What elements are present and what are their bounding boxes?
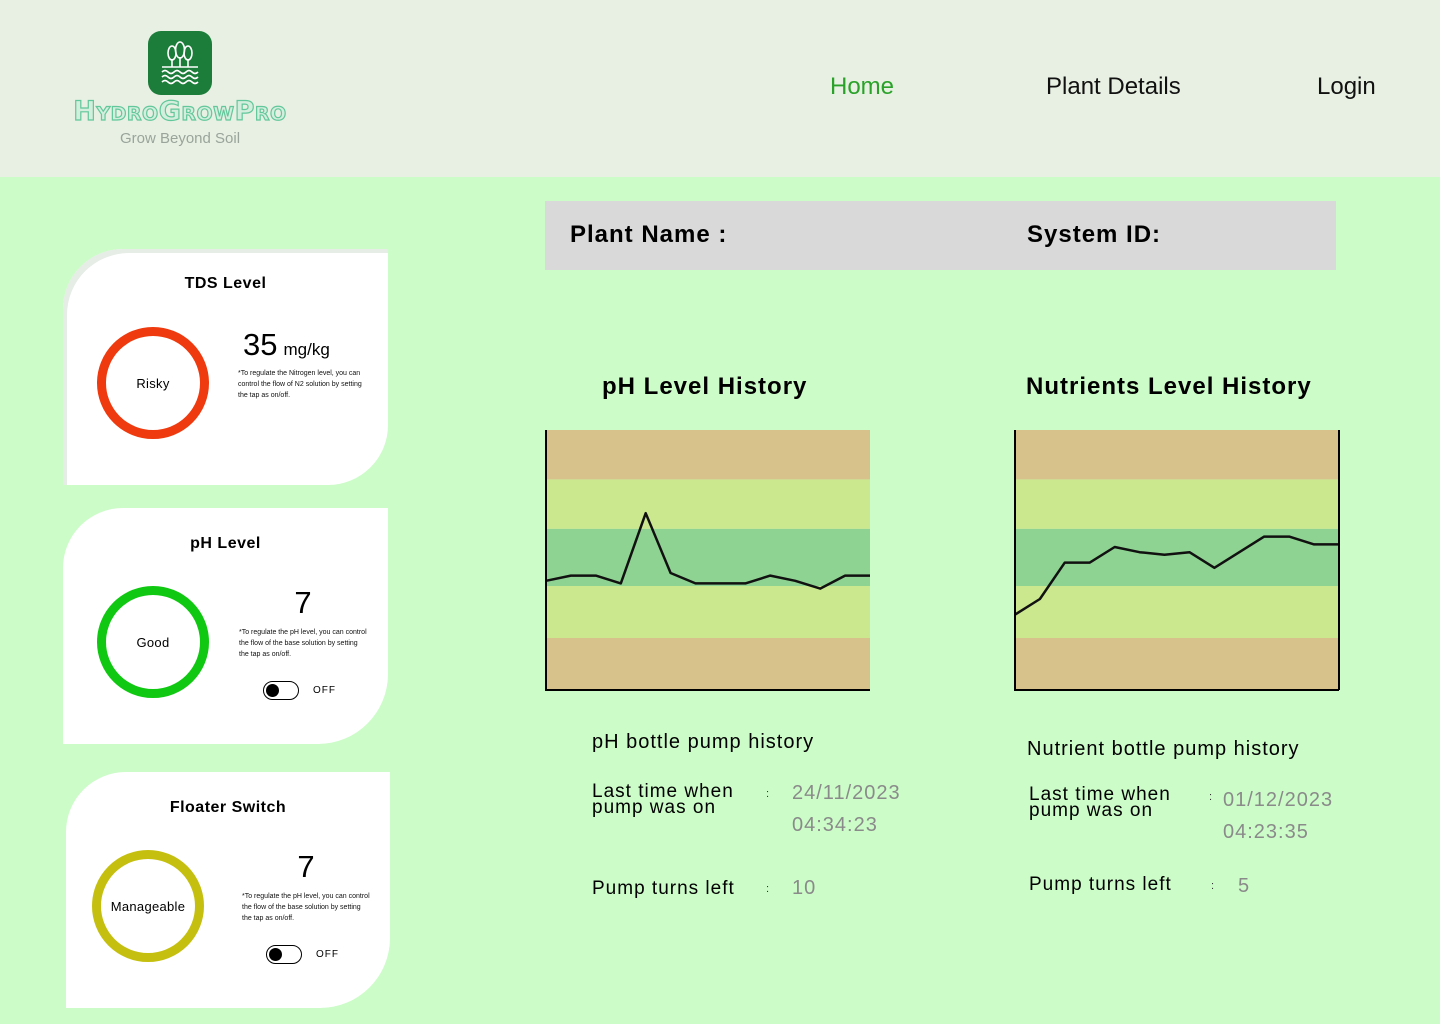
nav-login[interactable]: Login — [1317, 73, 1376, 101]
brand-name: HydroGrowPro — [73, 95, 287, 127]
ph-card: pH Level Good 7 *To regulate the pH leve… — [63, 508, 388, 744]
floater-toggle-state: OFF — [316, 949, 339, 960]
chart-band — [1015, 430, 1339, 480]
ph-turns-left: 10 — [792, 877, 817, 899]
ph-turns-left-label: Pump turns left — [592, 878, 735, 899]
ph-chart-title: pH Level History — [602, 373, 808, 400]
floater-value: 7 — [297, 849, 315, 884]
floater-status-ring: Manageable — [92, 850, 204, 962]
chart-band — [1015, 479, 1339, 529]
nutrient-turns-left-label: Pump turns left — [1029, 874, 1172, 895]
ph-status-label: Good — [136, 634, 170, 650]
nutrient-pump-title: Nutrient bottle pump history — [1027, 738, 1300, 760]
nutrient-last-on-label: Last time when pump was on — [1029, 784, 1171, 821]
header: HydroGrowPro Grow Beyond Soil Home Plant… — [0, 0, 1440, 177]
chart-band — [546, 638, 870, 690]
ph-last-on-label: Last time when pump was on — [592, 781, 734, 818]
floater-note: *To regulate the pH level, you can contr… — [242, 893, 370, 922]
ph-last-on-time: 04:34:23 — [792, 814, 878, 836]
nav-home[interactable]: Home — [830, 73, 894, 101]
floater-status-label: Manageable — [110, 898, 186, 914]
tds-value: 35 — [243, 327, 278, 362]
ph-card-title: pH Level — [190, 535, 261, 552]
nutrients-chart-title: Nutrients Level History — [1026, 373, 1312, 400]
floater-card: Floater Switch Manageable 7 *To regulate… — [66, 772, 390, 1008]
ph-level-chart — [545, 430, 871, 691]
tds-status-label: Risky — [136, 375, 170, 391]
colon-separator: : — [766, 788, 770, 800]
ph-status-ring: Good — [97, 586, 209, 698]
brand-tagline: Grow Beyond Soil — [119, 130, 241, 147]
tds-value-row: 35 mg/kg — [243, 327, 373, 363]
toggle-knob — [266, 683, 279, 697]
ph-pump-title: pH bottle pump history — [592, 731, 815, 753]
colon-separator: : — [1209, 791, 1213, 803]
nav-plant-details[interactable]: Plant Details — [1046, 73, 1181, 101]
chart-band — [546, 479, 870, 529]
nutrient-last-on-time: 04:23:35 — [1223, 821, 1309, 843]
plant-name-label: Plant Name : — [570, 221, 728, 248]
tds-title: TDS Level — [184, 275, 267, 292]
ph-pump-toggle[interactable] — [263, 681, 299, 700]
colon-separator: : — [766, 883, 770, 895]
chart-band — [546, 528, 870, 586]
chart-band — [546, 586, 870, 638]
tds-status-ring: Risky — [97, 327, 209, 439]
tds-unit: mg/kg — [283, 340, 330, 359]
chart-band — [546, 430, 870, 480]
tds-note: *To regulate the Nitrogen level, you can… — [238, 370, 362, 399]
colon-separator: : — [1211, 880, 1215, 892]
tds-card: TDS Level Risky 35 mg/kg *To regulate the… — [63, 249, 388, 485]
floater-card-title: Floater Switch — [169, 799, 287, 816]
ph-toggle-state: OFF — [313, 685, 336, 696]
system-id-label: System ID: — [1027, 221, 1162, 248]
chart-band — [1015, 638, 1339, 690]
chart-band — [1015, 586, 1339, 638]
hydroponic-plant-icon — [161, 41, 199, 85]
ph-value: 7 — [294, 585, 312, 620]
nutrients-level-chart — [1014, 430, 1340, 691]
plant-info-bar: Plant Name : System ID: — [545, 201, 1336, 270]
nutrient-turns-left: 5 — [1238, 875, 1251, 897]
nutrient-last-on-date: 01/12/2023 — [1223, 789, 1334, 811]
floater-toggle[interactable] — [266, 945, 302, 964]
ph-last-on-date: 24/11/2023 — [792, 782, 901, 804]
toggle-knob — [269, 947, 282, 961]
brand-logo[interactable] — [148, 31, 212, 95]
ph-note: *To regulate the pH level, you can contr… — [239, 629, 367, 658]
